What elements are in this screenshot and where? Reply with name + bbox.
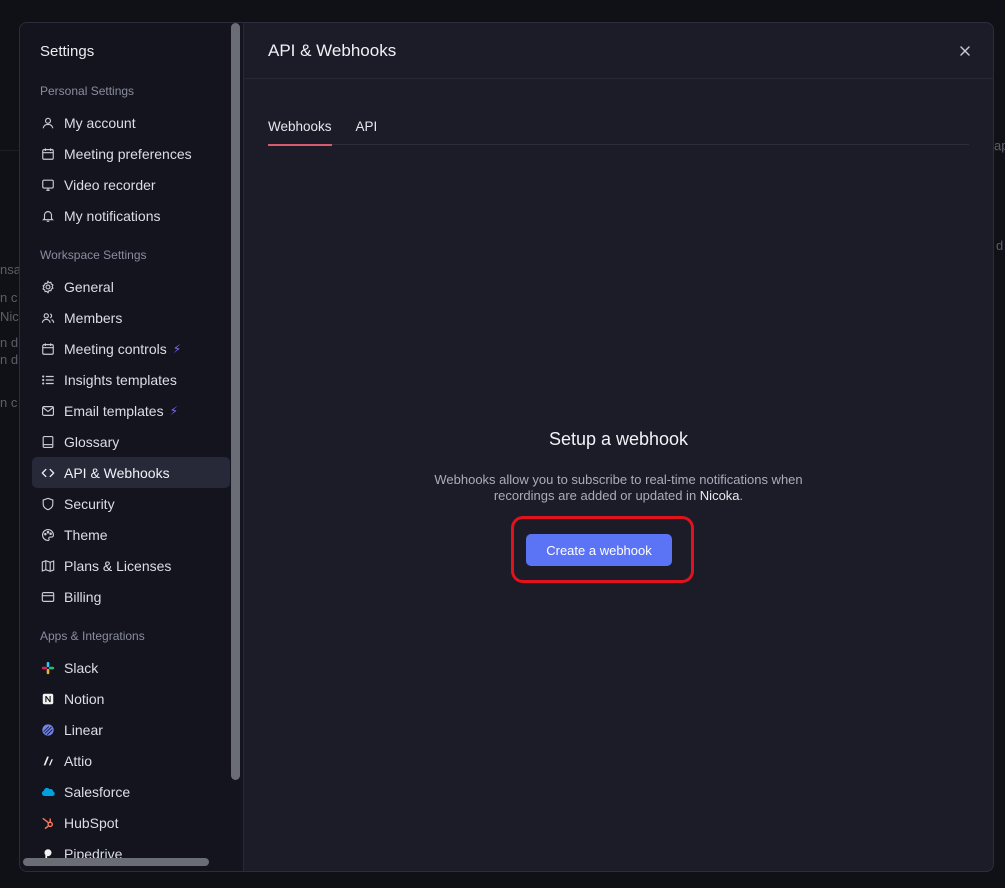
sidebar-item-api-webhooks[interactable]: API & Webhooks <box>32 457 230 488</box>
background-fragment: d <box>996 238 1004 253</box>
sidebar-item-label: API & Webhooks <box>64 464 170 481</box>
tab-api[interactable]: API <box>356 119 378 145</box>
create-webhook-button[interactable]: Create a webhook <box>526 534 672 566</box>
lightning-icon: ⚡ <box>172 341 182 356</box>
list-icon <box>40 372 56 388</box>
sidebar-item-linear[interactable]: Linear <box>32 714 230 745</box>
close-button[interactable] <box>953 39 977 63</box>
sidebar-content: Settings Personal Settings My account Meet… <box>20 23 230 869</box>
sidebar-item-label: Attio <box>64 752 93 769</box>
sidebar-item-meeting-preferences[interactable]: Meeting preferences <box>32 138 230 169</box>
empty-state-description: Webhooks allow you to subscribe to real-… <box>244 472 993 504</box>
sidebar-item-label: Meeting preferences <box>64 145 192 162</box>
description-text: recordings are added or updated in <box>493 488 700 503</box>
mail-icon <box>40 403 56 419</box>
calendar-icon <box>40 341 56 357</box>
book-icon <box>40 434 56 450</box>
sidebar-item-billing[interactable]: Billing <box>32 581 230 612</box>
credit-card-icon <box>40 589 56 605</box>
calendar-icon <box>40 146 56 162</box>
settings-sidebar: Settings Personal Settings My account Meet… <box>20 23 244 871</box>
empty-state: Setup a webhook Webhooks allow you to su… <box>244 429 993 504</box>
sidebar-item-label: HubSpot <box>64 814 119 831</box>
sidebar-item-label: Notion <box>64 690 105 707</box>
sidebar-item-general[interactable]: General <box>32 271 230 302</box>
sidebar-item-my-notifications[interactable]: My notifications <box>32 200 230 231</box>
tab-webhooks[interactable]: Webhooks <box>268 119 332 146</box>
sidebar-horizontal-scrollbar[interactable] <box>23 858 209 866</box>
sidebar-sections: Personal Settings My account Meeting prefe… <box>32 83 230 869</box>
sidebar-title: Settings <box>40 43 95 60</box>
close-icon <box>960 46 970 56</box>
sidebar-vertical-scrollbar[interactable] <box>231 23 240 780</box>
sidebar-section-label: Workspace Settings <box>40 248 147 262</box>
background-fragment: n c <box>0 290 18 305</box>
sidebar-item-meeting-controls[interactable]: Meeting controls ⚡ <box>32 333 230 364</box>
sidebar-item-label: Members <box>64 309 123 326</box>
code-icon <box>40 465 56 481</box>
background-fragment: n c <box>0 395 18 410</box>
background-fragment: Nic <box>0 309 19 324</box>
sidebar-item-label: Theme <box>64 526 108 543</box>
sidebar-item-label: Linear <box>64 721 103 738</box>
empty-state-description-line: Webhooks allow you to subscribe to real-… <box>434 472 803 487</box>
empty-state-description-line: recordings are added or updated in Nicok… <box>244 488 993 504</box>
sidebar-item-plans-licenses[interactable]: Plans & Licenses <box>32 550 230 581</box>
sidebar-item-attio[interactable]: Attio <box>32 745 230 776</box>
sidebar-item-label: My notifications <box>64 207 161 224</box>
sidebar-item-security[interactable]: Security <box>32 488 230 519</box>
sidebar-section-label: Apps & Integrations <box>40 629 145 643</box>
background-fragment: ap <box>994 138 1005 153</box>
sidebar-item-label: Glossary <box>64 433 120 450</box>
sidebar-item-label: My account <box>64 114 136 131</box>
workspace-name: Nicoka <box>699 488 740 503</box>
palette-icon <box>40 527 56 543</box>
sidebar-item-label: Email templates <box>64 402 164 419</box>
attio-icon <box>40 753 56 769</box>
sidebar-item-salesforce[interactable]: Salesforce <box>32 776 230 807</box>
gear-icon <box>40 279 56 295</box>
slack-icon <box>40 660 56 676</box>
sidebar-item-insights-templates[interactable]: Insights templates <box>32 364 230 395</box>
users-icon <box>40 310 56 326</box>
sidebar-item-label: Video recorder <box>64 176 156 193</box>
sidebar-item-label: Billing <box>64 588 102 605</box>
settings-main: API & Webhooks Webhooks API Setup a webh… <box>244 23 993 871</box>
sidebar-item-my-account[interactable]: My account <box>32 107 230 138</box>
sidebar-item-email-templates[interactable]: Email templates ⚡ <box>32 395 230 426</box>
salesforce-icon <box>40 784 56 800</box>
shield-icon <box>40 496 56 512</box>
description-text: . <box>739 488 744 503</box>
sidebar-item-label: Meeting controls <box>64 340 167 357</box>
sidebar-item-label: Security <box>64 495 115 512</box>
sidebar-item-video-recorder[interactable]: Video recorder <box>32 169 230 200</box>
bell-icon <box>40 208 56 224</box>
sidebar-item-glossary[interactable]: Glossary <box>32 426 230 457</box>
tab-bar: Webhooks API <box>268 119 969 146</box>
hubspot-icon <box>40 815 56 831</box>
empty-state-title: Setup a webhook <box>548 429 689 449</box>
background-fragment: nsa <box>0 262 21 277</box>
sidebar-item-label: General <box>64 278 114 295</box>
lightning-icon: ⚡ <box>169 403 179 418</box>
linear-icon <box>40 722 56 738</box>
notion-icon <box>40 691 56 707</box>
sidebar-item-label: Slack <box>64 659 99 676</box>
sidebar-section-label: Personal Settings <box>40 84 135 98</box>
sidebar-item-theme[interactable]: Theme <box>32 519 230 550</box>
sidebar-item-members[interactable]: Members <box>32 302 230 333</box>
user-icon <box>40 115 56 131</box>
sidebar-item-hubspot[interactable]: HubSpot <box>32 807 230 838</box>
page-title: API & Webhooks <box>244 23 993 79</box>
sidebar-item-label: Plans & Licenses <box>64 557 172 574</box>
monitor-icon <box>40 177 56 193</box>
sidebar-item-slack[interactable]: Slack <box>32 652 230 683</box>
map-icon <box>40 558 56 574</box>
settings-modal: Settings Personal Settings My account Meet… <box>19 22 994 872</box>
sidebar-item-label: Insights templates <box>64 371 177 388</box>
sidebar-item-label: Salesforce <box>64 783 131 800</box>
sidebar-item-notion[interactable]: Notion <box>32 683 230 714</box>
